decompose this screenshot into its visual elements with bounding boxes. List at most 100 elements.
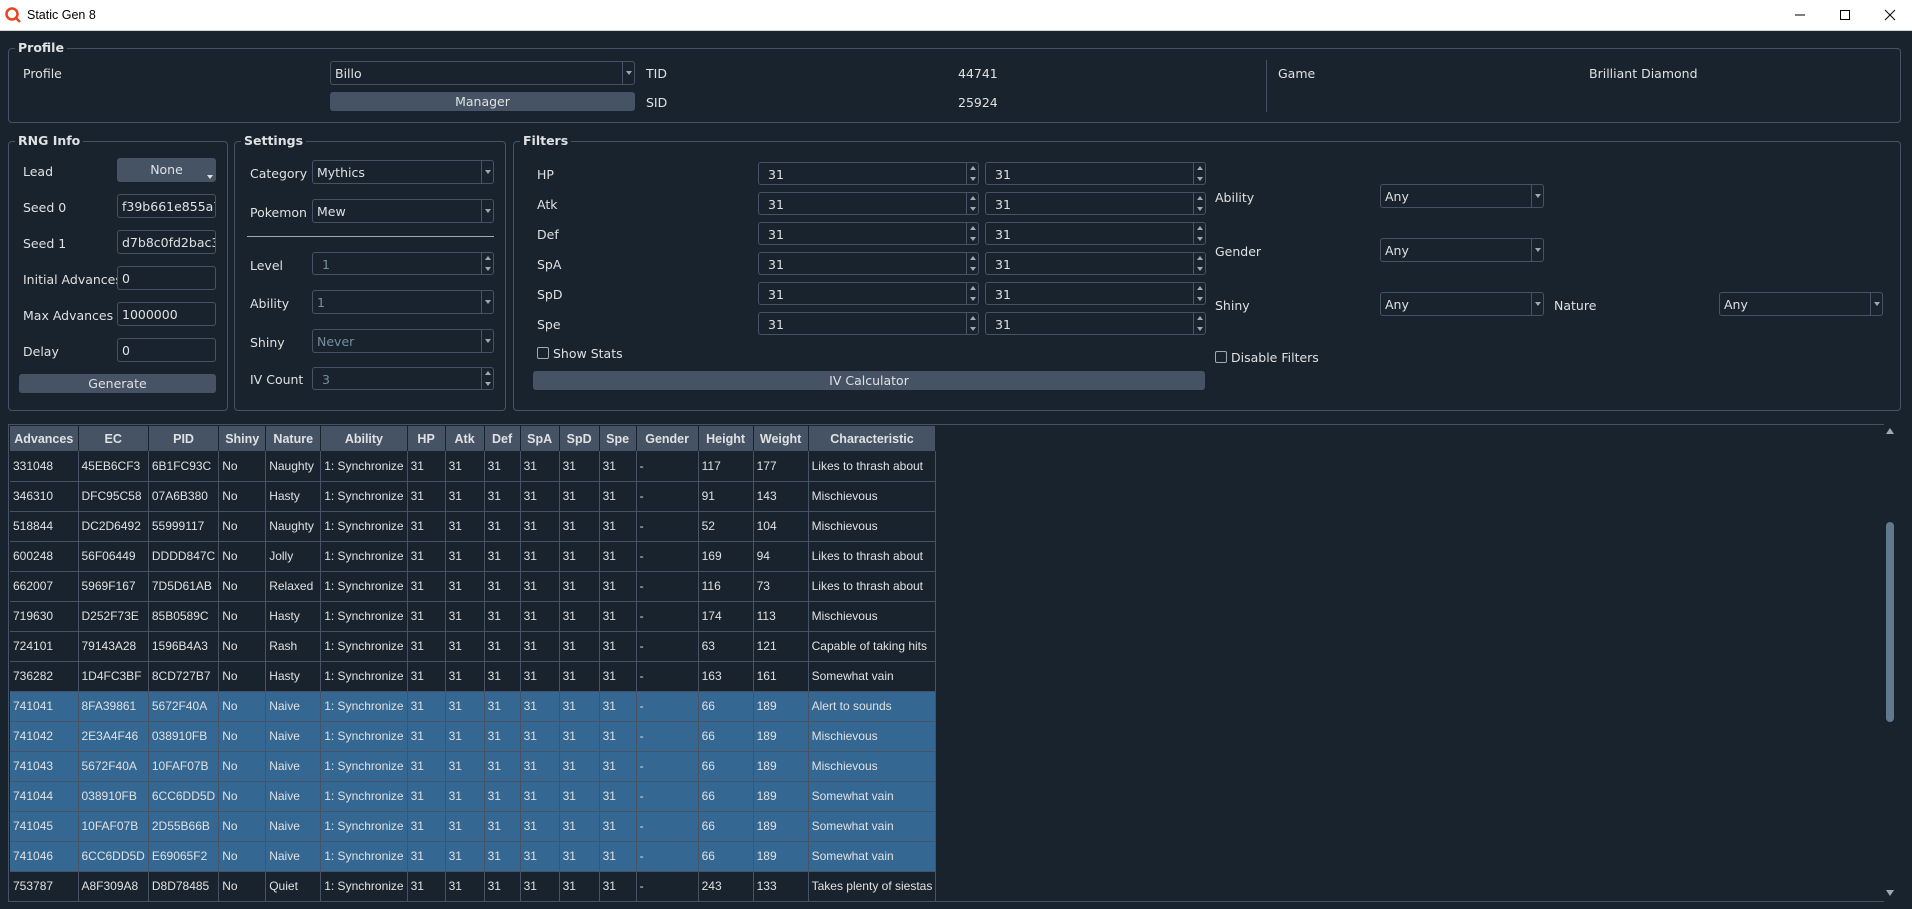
table-row[interactable]: 724101 79143A28 1596B4A3 No Rash 1: Synchroni… bbox=[10, 631, 937, 662]
column-header[interactable]: Nature bbox=[265, 426, 322, 451]
ability-select[interactable]: 1 bbox=[312, 290, 494, 314]
spin-arrows-icon[interactable] bbox=[966, 193, 978, 214]
table-row[interactable]: 719630 D252F73E 85B0589C No Hasty 1: Synchron… bbox=[10, 601, 937, 632]
spin-arrows-icon[interactable] bbox=[1193, 313, 1205, 334]
spin-arrows-icon[interactable] bbox=[1193, 223, 1205, 244]
def-max-spinbox[interactable]: 31 bbox=[985, 222, 1206, 245]
table-row[interactable]: 741043 5672F40A 10FAF07B No Naive 1: Synchron… bbox=[10, 751, 937, 782]
iv-count-spinbox[interactable]: 3 bbox=[312, 367, 494, 390]
spin-arrows-icon[interactable] bbox=[1193, 193, 1205, 214]
spa-max-spinbox[interactable]: 31 bbox=[985, 252, 1206, 275]
filter-gender-select[interactable]: Any bbox=[1380, 238, 1544, 262]
filter-shiny-select[interactable]: Any bbox=[1380, 292, 1544, 316]
spin-arrows-icon[interactable] bbox=[966, 253, 978, 274]
table-row[interactable]: 346310 DFC95C58 07A6B380 No Hasty 1: Synchron… bbox=[10, 481, 937, 512]
spin-arrows-icon[interactable] bbox=[481, 368, 493, 389]
table-row[interactable]: 736282 1D4FC3BF 8CD727B7 No Hasty 1: Synchron… bbox=[10, 661, 937, 692]
close-icon[interactable] bbox=[1880, 5, 1900, 25]
spe-min-spinbox[interactable]: 31 bbox=[758, 312, 979, 335]
delay-input[interactable]: 0 bbox=[117, 338, 216, 362]
table-cell: 1: Synchronize bbox=[320, 691, 408, 722]
iv-calculator-button[interactable]: IV Calculator bbox=[533, 371, 1205, 390]
spin-arrows-icon[interactable] bbox=[1193, 253, 1205, 274]
spin-arrows-icon[interactable] bbox=[1193, 163, 1205, 184]
table-row[interactable]: 741044 038910FB 6CC6DD5D No Naive 1: Synchron… bbox=[10, 781, 937, 812]
column-header[interactable]: SpA bbox=[520, 426, 560, 451]
spa-min-spinbox[interactable]: 31 bbox=[758, 252, 979, 275]
vertical-scrollbar[interactable] bbox=[1884, 424, 1896, 902]
column-header[interactable]: Gender bbox=[636, 426, 699, 451]
shiny-select[interactable]: Never bbox=[312, 329, 494, 353]
table-row[interactable]: 741041 8FA39861 5672F40A No Naive 1: Synchron… bbox=[10, 691, 937, 722]
column-header[interactable]: Spe bbox=[599, 426, 637, 451]
spin-arrows-icon[interactable] bbox=[966, 223, 978, 244]
table-row[interactable]: 741045 10FAF07B 2D55B66B No Naive 1: Synchron… bbox=[10, 811, 937, 842]
disable-filters-checkbox[interactable] bbox=[1215, 351, 1227, 363]
column-header[interactable]: HP bbox=[407, 426, 446, 451]
column-header[interactable]: Characteristic bbox=[808, 426, 937, 451]
minimize-icon[interactable] bbox=[1790, 5, 1810, 25]
spin-arrows-icon[interactable] bbox=[966, 313, 978, 334]
manager-button[interactable]: Manager bbox=[330, 92, 635, 111]
generate-button[interactable]: Generate bbox=[19, 374, 216, 393]
column-header[interactable]: Shiny bbox=[218, 426, 267, 451]
table-row[interactable]: 600248 56F06449 DDDD847C No Jolly 1: Synchron… bbox=[10, 541, 937, 572]
table-row[interactable]: 741042 2E3A4F46 038910FB No Naive 1: Synchron… bbox=[10, 721, 937, 752]
table-row[interactable]: 753787 A8F309A8 D8D78485 No Quiet 1: Synchron… bbox=[10, 871, 937, 901]
seed0-input[interactable]: f39b661e855a7f3 bbox=[117, 194, 216, 218]
table-cell: 7D5D61AB bbox=[148, 571, 220, 602]
spd-max-spinbox[interactable]: 31 bbox=[985, 282, 1206, 305]
max-advances-input[interactable]: 1000000 bbox=[117, 302, 216, 326]
menu-arrow-icon bbox=[207, 175, 213, 179]
level-spinbox[interactable]: 1 bbox=[312, 252, 494, 275]
table-row[interactable]: 662007 5969F167 7D5D61AB No Relaxed 1: Synchr… bbox=[10, 571, 937, 602]
atk-min-spinbox[interactable]: 31 bbox=[758, 192, 979, 215]
column-header[interactable]: Ability bbox=[320, 426, 408, 451]
lead-button[interactable]: None bbox=[117, 158, 216, 182]
maximize-icon[interactable] bbox=[1835, 5, 1855, 25]
spin-arrows-icon[interactable] bbox=[481, 253, 493, 274]
def-min-spinbox[interactable]: 31 bbox=[758, 222, 979, 245]
column-header[interactable]: Weight bbox=[753, 426, 809, 451]
atk-max-spinbox[interactable]: 31 bbox=[985, 192, 1206, 215]
column-header[interactable]: Advances bbox=[10, 426, 79, 451]
table-cell: 31 bbox=[484, 601, 521, 632]
filter-ability-select[interactable]: Any bbox=[1380, 184, 1544, 208]
scroll-down-icon[interactable] bbox=[1886, 890, 1894, 896]
table-row[interactable]: 518844 DC2D6492 55999117 No Naughty 1: Synchr… bbox=[10, 511, 937, 542]
results-table[interactable]: Advances EC PID Shiny Nature Ability HP Atk Def S… bbox=[8, 424, 1896, 902]
spd-min-spinbox[interactable]: 31 bbox=[758, 282, 979, 305]
column-header[interactable]: Atk bbox=[445, 426, 485, 451]
pokemon-select[interactable]: Mew bbox=[312, 199, 494, 223]
column-header[interactable]: SpD bbox=[559, 426, 600, 451]
scrollbar-thumb[interactable] bbox=[1886, 522, 1894, 722]
spin-arrows-icon[interactable] bbox=[966, 163, 978, 184]
column-header[interactable]: Height bbox=[698, 426, 754, 451]
spin-arrows-icon[interactable] bbox=[966, 283, 978, 304]
table-row[interactable]: 741046 6CC6DD5D E69065F2 No Naive 1: Synchron… bbox=[10, 841, 937, 872]
table-cell: 10FAF07B bbox=[148, 751, 220, 782]
table-cell: 31 bbox=[520, 631, 560, 662]
category-select-value: Mythics bbox=[317, 165, 365, 180]
column-header[interactable]: EC bbox=[78, 426, 149, 451]
hp-max-spinbox[interactable]: 31 bbox=[985, 162, 1206, 185]
spin-arrows-icon[interactable] bbox=[1193, 283, 1205, 304]
column-header[interactable]: Def bbox=[484, 426, 521, 451]
seed1-input[interactable]: d7b8c0fd2bac37 bbox=[117, 230, 216, 254]
hp-min-spinbox[interactable]: 31 bbox=[758, 162, 979, 185]
table-cell: 31 bbox=[559, 751, 600, 782]
filter-nature-select[interactable]: Any bbox=[1719, 292, 1883, 316]
table-cell: Hasty bbox=[265, 481, 322, 512]
table-cell: 741046 bbox=[10, 841, 79, 872]
initial-advances-input[interactable]: 0 bbox=[117, 266, 216, 290]
column-header[interactable]: PID bbox=[148, 426, 220, 451]
table-cell: 31 bbox=[484, 571, 521, 602]
level-value: 1 bbox=[322, 257, 330, 272]
spe-max-spinbox[interactable]: 31 bbox=[985, 312, 1206, 335]
show-stats-checkbox[interactable] bbox=[537, 347, 549, 359]
category-select[interactable]: Mythics bbox=[312, 160, 494, 184]
profile-select[interactable]: Billo bbox=[330, 61, 635, 85]
table-cell: 31 bbox=[599, 481, 637, 512]
table-row[interactable]: 331048 45EB6CF3 6B1FC93C No Naughty 1: Synchr… bbox=[10, 451, 937, 482]
scroll-up-icon[interactable] bbox=[1886, 428, 1894, 434]
